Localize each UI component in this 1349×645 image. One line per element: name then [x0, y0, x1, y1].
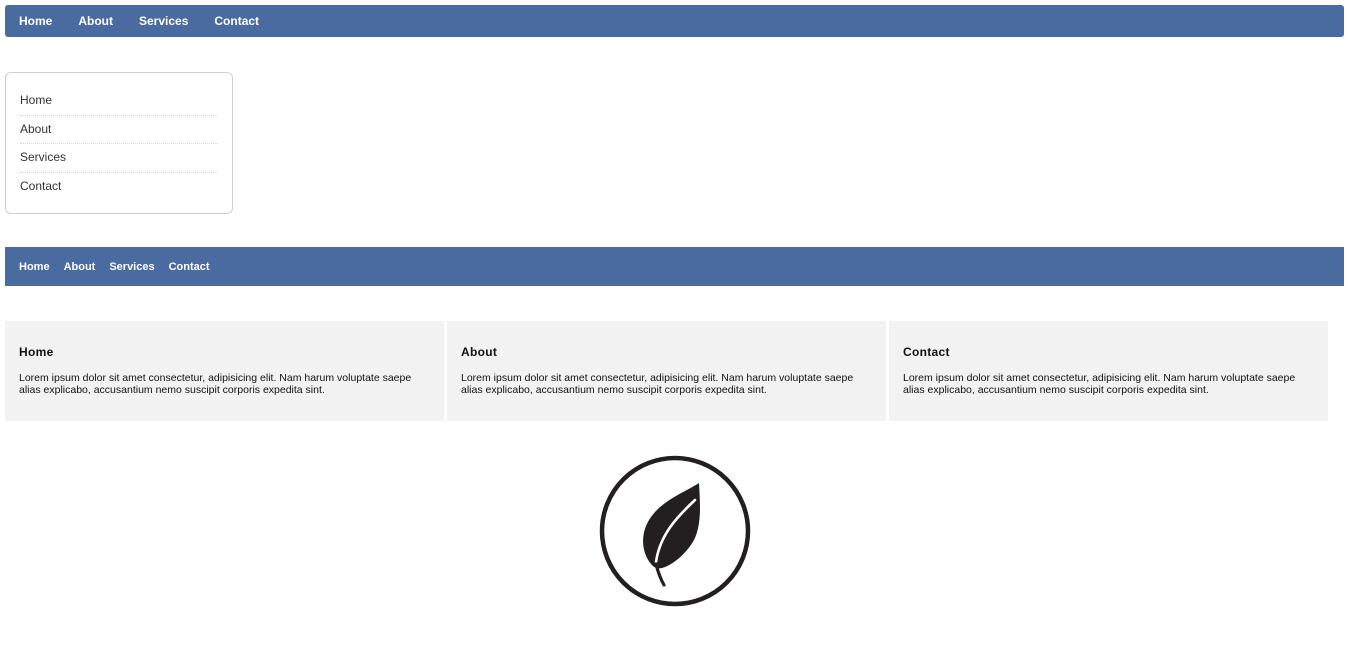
- leaf-icon: [599, 455, 751, 607]
- side-menu-home-link[interactable]: Home: [20, 87, 218, 116]
- second-nav-contact-link[interactable]: Contact: [169, 261, 210, 273]
- top-nav-services-link[interactable]: Services: [139, 14, 188, 28]
- card-title: Contact: [903, 345, 950, 359]
- card-text: Lorem ipsum dolor sit amet consectetur, …: [903, 372, 1296, 396]
- card-row: Home Lorem ipsum dolor sit amet consecte…: [5, 321, 1328, 421]
- card-title: About: [461, 345, 498, 359]
- top-nav-home-link[interactable]: Home: [19, 14, 52, 28]
- card-text: Lorem ipsum dolor sit amet consectetur, …: [461, 372, 854, 396]
- top-nav-contact-link[interactable]: Contact: [214, 14, 259, 28]
- card-about: About Lorem ipsum dolor sit amet consect…: [447, 321, 886, 421]
- second-nav-services-link[interactable]: Services: [109, 261, 154, 273]
- top-navbar: Home About Services Contact: [5, 5, 1344, 37]
- card-home: Home Lorem ipsum dolor sit amet consecte…: [5, 321, 444, 421]
- card-title: Home: [19, 345, 54, 359]
- top-nav-about-link[interactable]: About: [78, 14, 113, 28]
- card-text: Lorem ipsum dolor sit amet consectetur, …: [19, 372, 412, 396]
- card-contact: Contact Lorem ipsum dolor sit amet conse…: [889, 321, 1328, 421]
- second-nav-about-link[interactable]: About: [64, 261, 96, 273]
- second-navbar: Home About Services Contact: [5, 247, 1344, 286]
- side-menu-contact-link[interactable]: Contact: [20, 173, 218, 202]
- side-menu-services-link[interactable]: Services: [20, 144, 218, 173]
- second-nav-home-link[interactable]: Home: [19, 261, 50, 273]
- leaf-logo: [598, 454, 752, 608]
- vertical-menu: Home About Services Contact: [5, 72, 233, 214]
- side-menu-about-link[interactable]: About: [20, 116, 218, 144]
